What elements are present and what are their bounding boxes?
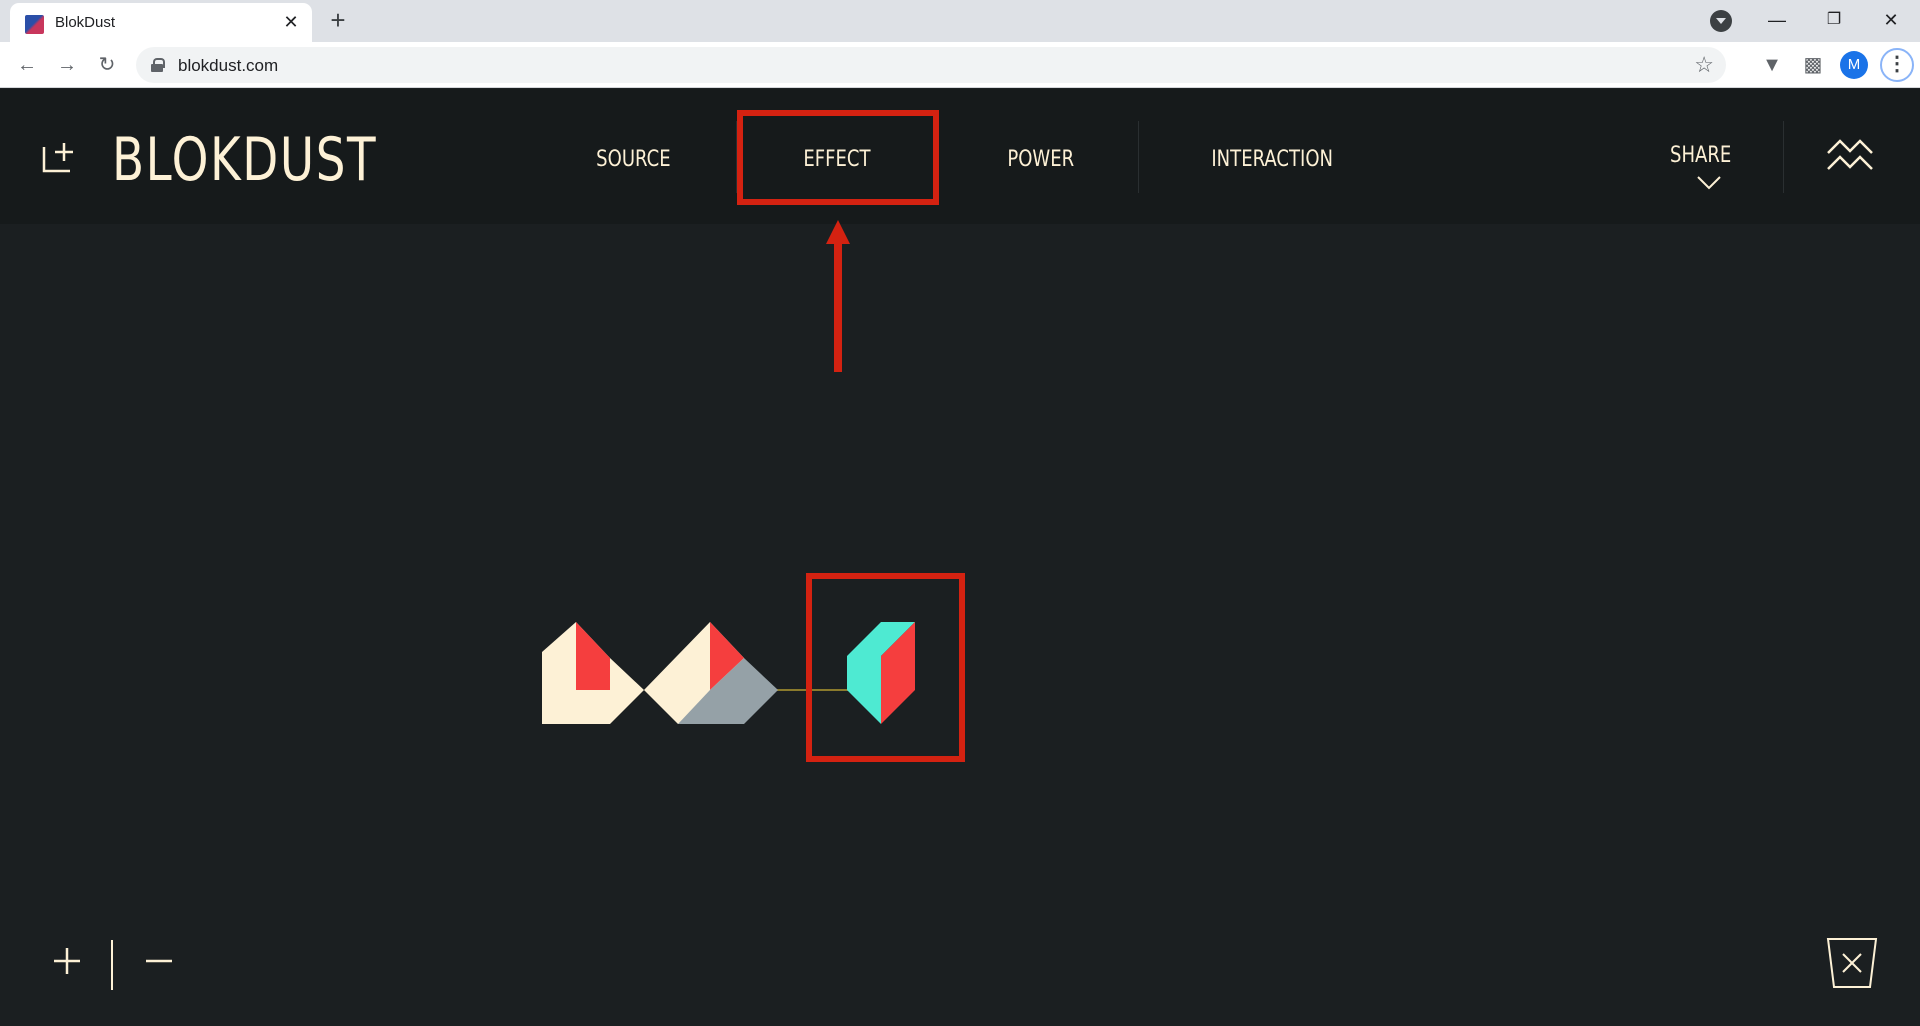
forward-arrow-icon[interactable]: → — [52, 50, 82, 80]
source-block[interactable] — [644, 622, 778, 724]
browser-toolbar: ← → ↻ blokdust.com ☆ ▼ ▩ M ⋮ — [0, 42, 1920, 88]
restore-icon[interactable]: ❐ — [1819, 6, 1849, 34]
tab-close-icon[interactable]: ✕ — [280, 11, 302, 33]
reload-icon[interactable]: ↻ — [92, 50, 122, 80]
browser-tab-strip: BlokDust ✕ + — ❐ ✕ — [0, 0, 1920, 42]
url-text: blokdust.com — [178, 56, 279, 75]
zoom-out-icon[interactable] — [142, 944, 176, 978]
effect-block-highlight-box — [806, 573, 965, 762]
back-arrow-icon[interactable]: ← — [12, 50, 42, 80]
blokdust-app: BLOKDUST SOURCE EFFECT POWER INTERACTION… — [0, 89, 1920, 1026]
address-bar[interactable]: blokdust.com ☆ — [136, 47, 1726, 83]
bookmark-star-icon[interactable]: ☆ — [1694, 52, 1714, 78]
browser-tab[interactable]: BlokDust ✕ — [10, 3, 312, 42]
new-tab-plus-icon[interactable]: + — [324, 7, 352, 35]
chrome-menu-icon[interactable]: ⋮ — [1880, 48, 1914, 82]
profile-avatar[interactable]: M — [1840, 51, 1868, 79]
zoom-in-icon[interactable] — [50, 944, 84, 978]
filter-extension-icon[interactable]: ▼ — [1757, 50, 1787, 80]
source-block[interactable] — [542, 622, 644, 724]
blokdust-favicon-icon — [25, 15, 44, 34]
minimize-icon[interactable]: — — [1762, 6, 1792, 34]
tab-search-icon[interactable] — [1710, 10, 1732, 32]
zoom-divider — [111, 940, 113, 990]
composition-canvas[interactable] — [0, 89, 1920, 1026]
extensions-puzzle-icon[interactable]: ▩ — [1798, 50, 1828, 80]
window-close-icon[interactable]: ✕ — [1876, 6, 1906, 34]
lock-icon — [151, 58, 165, 72]
tab-title: BlokDust — [55, 14, 116, 31]
trash-icon[interactable] — [1826, 937, 1878, 989]
